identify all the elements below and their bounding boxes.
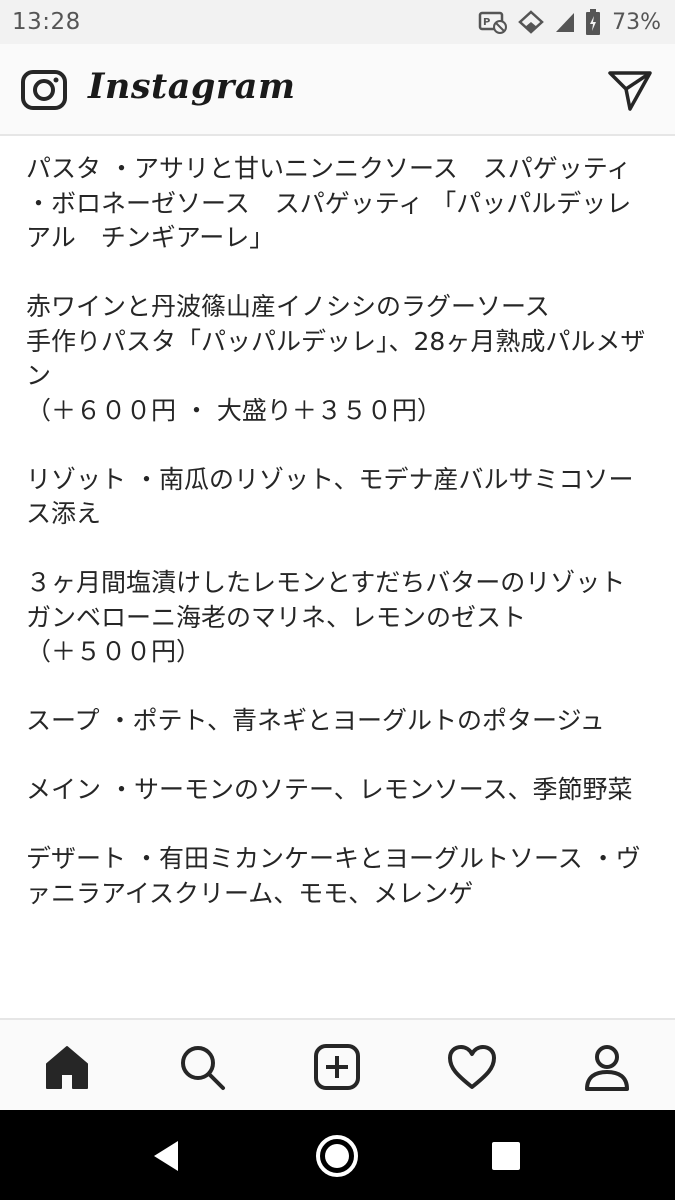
- status-icons: P 73%: [478, 9, 661, 35]
- post-caption: パスタ ・アサリと甘いニンニクソース スパゲッティ ・ボロネーゼソース スパゲッ…: [26, 152, 646, 911]
- status-time: 13:28: [12, 9, 81, 35]
- cell-signal-icon: [554, 10, 576, 34]
- caption-line: パスタ ・アサリと甘いニンニクソース スパゲッティ ・ボロネーゼソース スパゲッ…: [26, 154, 657, 252]
- caption-line: 赤ワインと丹波篠山産イノシシのラグーソース: [26, 292, 550, 321]
- caption-line: メイン ・サーモンのソテー、レモンソース、季節野菜: [26, 775, 633, 804]
- caption-gap: [26, 532, 646, 567]
- recents-icon[interactable]: [482, 1132, 530, 1180]
- back-icon[interactable]: [142, 1132, 190, 1180]
- status-bar: 13:28 P 73%: [0, 0, 675, 44]
- home-circle-icon[interactable]: [313, 1132, 361, 1180]
- caption-gap: [26, 808, 646, 843]
- bottom-nav: [0, 1018, 675, 1110]
- caption-line: （＋５００円）: [26, 637, 202, 666]
- direct-message-icon[interactable]: [606, 69, 654, 113]
- home-icon[interactable]: [41, 1042, 93, 1092]
- caption-line: （＋６００円 ・ 大盛り＋３５０円）: [26, 395, 442, 425]
- caption-gap: [26, 428, 646, 463]
- no-sync-icon: P: [478, 10, 508, 34]
- wifi-icon: [518, 10, 544, 34]
- camera-icon[interactable]: [20, 68, 68, 112]
- caption-line: ガンベローニ海老のマリネ、レモンのゼスト: [26, 602, 527, 632]
- add-post-icon[interactable]: [311, 1042, 363, 1092]
- caption-line: リゾット ・南瓜のリゾット、モデナ産バルサミコソース添え: [26, 464, 634, 529]
- caption-gap: [26, 256, 646, 291]
- profile-icon[interactable]: [581, 1042, 633, 1092]
- caption-line: ３ヶ月間塩漬けしたレモンとすだちバターのリゾット: [26, 568, 626, 597]
- android-nav-bar: [0, 1110, 675, 1200]
- caption-line: デザート ・有田ミカンケーキとヨーグルトソース ・ヴァニラアイスクリーム、モモ、…: [26, 844, 641, 908]
- search-icon[interactable]: [176, 1042, 228, 1092]
- caption-gap: [26, 739, 646, 774]
- caption-gap: [26, 670, 646, 705]
- svg-text:P: P: [483, 17, 490, 28]
- battery-charging-icon: [586, 9, 601, 35]
- battery-percent: 73%: [612, 9, 661, 35]
- caption-line: 手作りパスタ「パッパルデッレ」、28ヶ月熟成パルメザン: [26, 326, 646, 391]
- app-header: Instagram: [0, 44, 675, 136]
- instagram-logo: Instagram: [88, 66, 296, 107]
- caption-line: スープ ・ポテト、青ネギとヨーグルトのポタージュ: [26, 706, 605, 735]
- activity-heart-icon[interactable]: [446, 1042, 498, 1092]
